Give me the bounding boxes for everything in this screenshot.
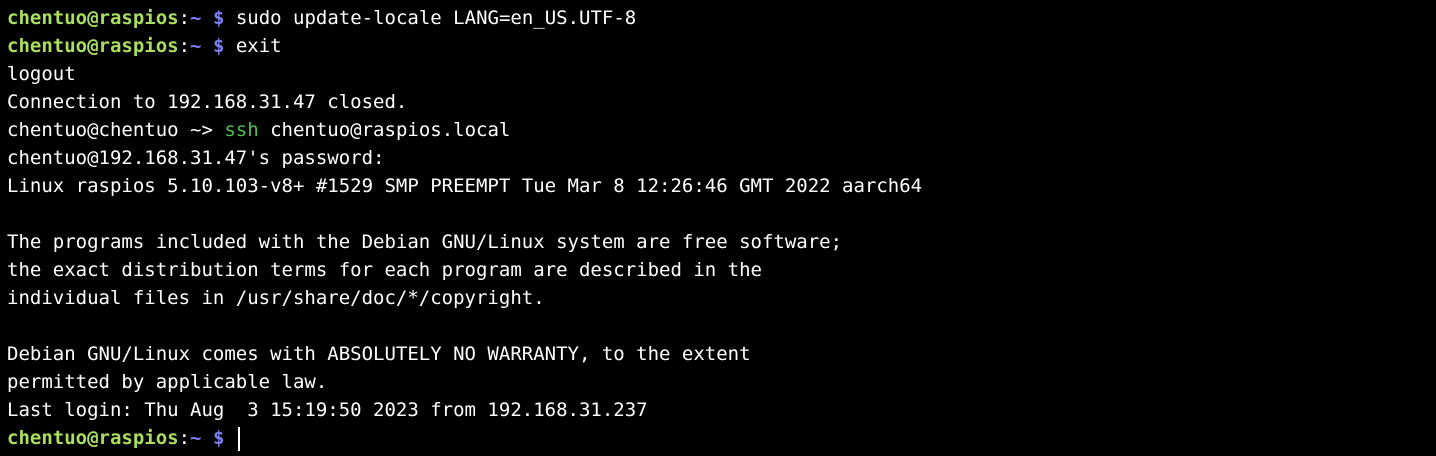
command-input[interactable]	[224, 427, 235, 449]
prompt-user-host: chentuo@raspios	[7, 7, 179, 29]
output-line: Connection to 192.168.31.47 closed.	[7, 91, 408, 113]
prompt-path: ~	[190, 7, 202, 29]
output-line: Last login: Thu Aug 3 15:19:50 2023 from…	[7, 399, 648, 421]
output-line: individual files in /usr/share/doc/*/cop…	[7, 287, 545, 309]
output-line: logout	[7, 63, 76, 85]
terminal-line: chentuo@raspios:~ $ sudo update-locale L…	[7, 4, 1436, 32]
command-text: exit	[224, 35, 282, 57]
prompt-separator: :	[178, 35, 191, 57]
output-line: permitted by applicable law.	[7, 371, 328, 393]
prompt-separator: :	[178, 7, 191, 29]
text-cursor	[237, 426, 240, 451]
command-args: chentuo@raspios.local	[258, 119, 511, 141]
command-name: ssh	[224, 119, 259, 141]
prompt-path: ~	[190, 427, 202, 449]
prompt-symbol: $	[212, 427, 225, 449]
terminal-line: chentuo@chentuo ~> ssh chentuo@raspios.l…	[7, 116, 1436, 144]
prompt-symbol: $	[212, 7, 225, 29]
output-line: Debian GNU/Linux comes with ABSOLUTELY N…	[7, 343, 751, 365]
prompt-user-host: chentuo@raspios	[7, 35, 179, 57]
output-line: Linux raspios 5.10.103-v8+ #1529 SMP PRE…	[7, 175, 923, 197]
terminal-window[interactable]: chentuo@raspios:~ $ sudo update-locale L…	[0, 0, 1436, 456]
prompt-separator: :	[178, 427, 191, 449]
prompt-user-host: chentuo@raspios	[7, 427, 179, 449]
terminal-line: chentuo@raspios:~ $ exit	[7, 32, 1436, 60]
terminal-input-line[interactable]: chentuo@raspios:~ $	[7, 424, 1436, 452]
output-line: the exact distribution terms for each pr…	[7, 259, 762, 281]
prompt-path: ~	[190, 35, 202, 57]
output-line: chentuo@192.168.31.47's password:	[7, 147, 385, 169]
command-text: sudo update-locale LANG=en_US.UTF-8	[224, 7, 637, 29]
output-line: The programs included with the Debian GN…	[7, 231, 843, 253]
prompt-symbol: $	[212, 35, 225, 57]
local-prompt: chentuo@chentuo ~>	[7, 119, 225, 141]
